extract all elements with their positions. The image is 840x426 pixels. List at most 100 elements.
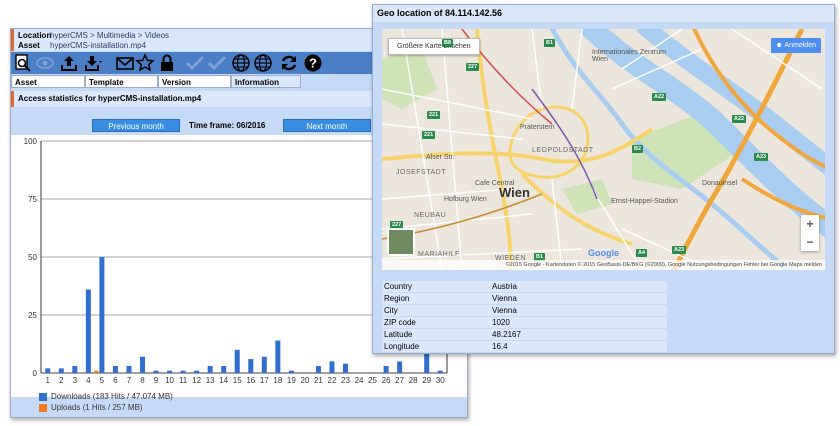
geo-value: 16.4	[490, 340, 667, 353]
download-bar	[315, 366, 321, 373]
x-tick-label: 16	[246, 376, 255, 385]
time-frame: Time frame: 06/2016	[189, 121, 266, 130]
x-tick-label: 29	[422, 376, 431, 385]
x-tick-label: 9	[154, 376, 159, 385]
x-tick-label: 20	[300, 376, 309, 385]
map-label-alserstr: Alser Str.	[426, 154, 455, 161]
download-bar	[248, 359, 254, 373]
tab-version[interactable]: Version	[158, 75, 231, 88]
refresh-icon[interactable]	[279, 53, 299, 73]
next-month-button[interactable]: Next month	[283, 119, 371, 132]
y-tick-label: 50	[28, 253, 37, 262]
road-shield: 227	[466, 63, 480, 71]
download-bar	[437, 370, 443, 373]
geo-key: Region	[382, 292, 490, 305]
y-tick-label: 75	[28, 195, 37, 204]
tab-template[interactable]: Template	[85, 75, 158, 88]
download-bar	[329, 361, 335, 373]
map-label-uno: Internationales Zentrum Wien	[592, 49, 666, 63]
publish-icon[interactable]	[207, 53, 227, 73]
table-row: ZIP code 1020	[382, 316, 667, 329]
geo-location-window: Geo location of 84.114.142.56 Größere Ka…	[372, 4, 835, 354]
geo-key: Country	[382, 281, 490, 293]
upload-icon[interactable]	[59, 53, 79, 73]
download-bar	[234, 349, 240, 373]
svg-text:?: ?	[309, 56, 317, 71]
x-tick-label: 15	[233, 376, 242, 385]
tab-asset[interactable]: Asset	[11, 75, 85, 88]
download-bar	[180, 370, 186, 373]
table-row: City Vienna	[382, 304, 667, 317]
road-shield: 221	[422, 131, 436, 139]
map-label-hofburg: Hofburg Wien	[444, 196, 487, 203]
map-label-leopoldstadt: LEOPOLDSTADT	[532, 147, 594, 154]
zoom-in-button[interactable]: +	[801, 215, 819, 233]
download-bar	[45, 368, 51, 373]
road-shield: A23	[672, 246, 687, 254]
x-tick-label: 19	[287, 376, 296, 385]
zoom-out-button[interactable]: −	[801, 233, 819, 251]
x-tick-label: 4	[86, 376, 91, 385]
checkin-icon[interactable]	[185, 53, 205, 73]
x-tick-label: 22	[328, 376, 337, 385]
map-label-stadion: Ernst-Happel-Stadion	[611, 198, 678, 205]
zoom-control: + −	[801, 215, 819, 251]
asset-label: Asset	[18, 41, 40, 50]
location-label: Location	[18, 31, 52, 40]
mail-icon[interactable]	[115, 53, 135, 73]
download-bar	[397, 361, 403, 373]
x-tick-label: 12	[192, 376, 201, 385]
download-bar	[58, 368, 64, 373]
map-label-josefstadt: JOSEFSTADT	[396, 169, 446, 176]
x-tick-label: 13	[206, 376, 215, 385]
map-login-button[interactable]: ☻ Anmelden	[770, 38, 821, 53]
geo-value: 48.2167	[490, 328, 667, 341]
google-logo: Google	[588, 248, 619, 258]
legend-uploads-text: Uploads (1 Hits / 257 MB)	[51, 403, 143, 412]
download-bar	[72, 366, 78, 373]
view-icon[interactable]	[35, 53, 55, 73]
map-label-praterstern: Praterstern	[520, 124, 555, 131]
x-tick-label: 11	[179, 376, 188, 385]
download-bar	[288, 370, 294, 373]
table-row: Latitude 48.2167	[382, 328, 667, 341]
upload-bar	[94, 370, 99, 373]
preview-icon[interactable]	[13, 53, 33, 73]
map[interactable]: Größere Karte ansehen ☻ Anmelden Wien LE…	[382, 29, 825, 270]
map-label-neubau: NEUBAU	[414, 212, 447, 219]
lock-icon[interactable]	[157, 53, 177, 73]
table-row: Longitude 16.4	[382, 340, 667, 353]
tab-information[interactable]: Information	[231, 75, 301, 88]
road-shield: B1	[544, 39, 556, 47]
previous-month-button[interactable]: Previous month	[92, 119, 180, 132]
downloads-swatch	[39, 393, 47, 401]
map-canvas	[382, 29, 825, 270]
x-tick-label: 3	[73, 376, 78, 385]
download-bar	[343, 363, 348, 373]
geo-key: Longitude	[382, 340, 490, 353]
favorite-icon[interactable]	[135, 53, 155, 73]
map-label-cafe: Cafe Central	[475, 180, 515, 187]
x-tick-label: 27	[395, 376, 404, 385]
x-tick-label: 18	[273, 376, 282, 385]
satellite-toggle[interactable]	[387, 228, 415, 256]
road-shield: A22	[652, 93, 667, 101]
geo-value: Vienna	[490, 304, 667, 317]
geo-key: City	[382, 304, 490, 317]
legend-downloads-text: Downloads (183 Hits / 47.074 MB)	[51, 392, 173, 401]
table-row: Country Austria	[382, 281, 667, 293]
help-icon[interactable]: ?	[303, 53, 323, 73]
larger-map-button[interactable]: Größere Karte ansehen	[388, 38, 480, 55]
geo-key: ZIP code	[382, 316, 490, 329]
x-tick-label: 24	[355, 376, 364, 385]
globe-multi-icon[interactable]	[253, 53, 273, 73]
download-bar	[85, 289, 91, 373]
x-tick-label: 14	[219, 376, 228, 385]
chart-legend: Downloads (183 Hits / 47.074 MB) Uploads…	[39, 391, 173, 413]
globe-icon[interactable]	[231, 53, 251, 73]
download-icon[interactable]	[83, 53, 103, 73]
x-tick-label: 23	[341, 376, 350, 385]
download-bar	[167, 370, 173, 373]
road-shield: A23	[754, 153, 769, 161]
road-shield: B8	[442, 39, 454, 47]
